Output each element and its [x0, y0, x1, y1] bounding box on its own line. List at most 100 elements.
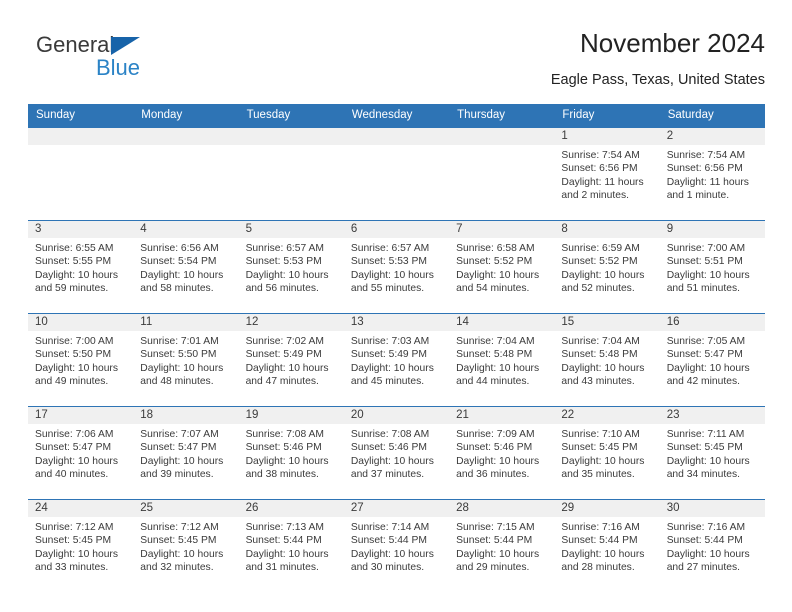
calendar-day-cell[interactable]: 10 Sunrise: 7:00 AM Sunset: 5:50 PM Dayligh…	[28, 313, 134, 407]
day-cell-inner: 19 Sunrise: 7:08 AM Sunset: 5:46 PM Dayligh…	[238, 407, 344, 499]
daylight-duration-line1: Daylight: 10 hours	[456, 269, 540, 281]
calendar-body: 1 Sunrise: 7:54 AM Sunset: 6:56 PM Daylight…	[28, 128, 765, 592]
calendar-day-cell[interactable]: 9 Sunrise: 7:00 AM Sunset: 5:51 PM Daylight…	[659, 220, 765, 314]
day-number: 12	[238, 314, 344, 331]
calendar-day-cell	[449, 128, 555, 221]
daylight-duration-line1: Daylight: 10 hours	[245, 362, 329, 374]
calendar-day-cell[interactable]: 26 Sunrise: 7:13 AM Sunset: 5:44 PM Dayligh…	[238, 499, 344, 592]
calendar-day-cell[interactable]: 16 Sunrise: 7:05 AM Sunset: 5:47 PM Dayligh…	[659, 313, 765, 407]
daylight-duration-line2: and 49 minutes.	[35, 376, 109, 388]
sunrise-time: Sunrise: 7:07 AM	[140, 429, 219, 440]
day-details: Sunrise: 7:11 AM Sunset: 5:45 PM Daylight:…	[660, 424, 765, 482]
logo-triangle-icon	[111, 37, 140, 55]
sunset-time: Sunset: 5:47 PM	[140, 442, 217, 454]
calendar-day-cell[interactable]: 4 Sunrise: 6:56 AM Sunset: 5:54 PM Daylight…	[133, 220, 239, 314]
calendar-day-cell[interactable]: 18 Sunrise: 7:07 AM Sunset: 5:47 PM Dayligh…	[133, 406, 239, 500]
sunset-time: Sunset: 5:44 PM	[666, 535, 743, 547]
day-details: Sunrise: 7:10 AM Sunset: 5:45 PM Daylight:…	[554, 424, 659, 482]
calendar-day-cell[interactable]: 2 Sunrise: 7:54 AM Sunset: 6:56 PM Daylight…	[659, 128, 765, 221]
weekday-header-thursday: Thursday	[449, 104, 555, 128]
day-number	[343, 128, 450, 145]
calendar-day-cell[interactable]: 27 Sunrise: 7:14 AM Sunset: 5:44 PM Dayligh…	[343, 499, 450, 592]
calendar-week-row: 3 Sunrise: 6:55 AM Sunset: 5:55 PM Daylight…	[28, 220, 765, 314]
sunrise-time: Sunrise: 7:10 AM	[561, 429, 640, 440]
calendar-day-cell[interactable]: 20 Sunrise: 7:08 AM Sunset: 5:46 PM Dayligh…	[343, 406, 450, 500]
sunrise-time: Sunrise: 6:59 AM	[561, 243, 640, 254]
weekday-header-monday: Monday	[133, 104, 239, 128]
page-header: General Blue November 2024 Eagle Pass, T…	[28, 26, 765, 98]
calendar-day-cell	[28, 128, 134, 221]
calendar-day-cell[interactable]: 28 Sunrise: 7:15 AM Sunset: 5:44 PM Dayligh…	[449, 499, 555, 592]
daylight-duration-line2: and 39 minutes.	[140, 469, 214, 481]
sunrise-time: Sunrise: 7:14 AM	[350, 522, 430, 533]
calendar-day-cell[interactable]: 7 Sunrise: 6:58 AM Sunset: 5:52 PM Daylight…	[449, 220, 555, 314]
sunrise-sunset-calendar-table: Sunday Monday Tuesday Wednesday Thursday…	[28, 104, 765, 592]
calendar-week-row: 1 Sunrise: 7:54 AM Sunset: 6:56 PM Daylight…	[28, 128, 765, 221]
day-details: Sunrise: 6:57 AM Sunset: 5:53 PM Daylight:…	[239, 238, 344, 296]
day-cell-inner: 9 Sunrise: 7:00 AM Sunset: 5:51 PM Daylight…	[659, 221, 765, 313]
calendar-day-cell[interactable]: 11 Sunrise: 7:01 AM Sunset: 5:50 PM Dayligh…	[133, 313, 239, 407]
sunrise-time: Sunrise: 7:16 AM	[561, 522, 640, 533]
daylight-duration-line2: and 27 minutes.	[666, 562, 740, 574]
calendar-page: General Blue November 2024 Eagle Pass, T…	[0, 0, 792, 612]
daylight-duration-line1: Daylight: 10 hours	[140, 269, 224, 281]
sunset-time: Sunset: 5:52 PM	[456, 256, 533, 268]
daylight-duration-line1: Daylight: 10 hours	[35, 269, 118, 281]
sunset-time: Sunset: 5:45 PM	[666, 442, 743, 454]
sunrise-time: Sunrise: 7:04 AM	[561, 336, 640, 347]
sunrise-time: Sunrise: 7:00 AM	[666, 243, 746, 254]
calendar-day-cell[interactable]: 22 Sunrise: 7:10 AM Sunset: 5:45 PM Dayligh…	[554, 406, 660, 500]
general-blue-logo[interactable]: General Blue	[36, 32, 166, 84]
daylight-duration-line1: Daylight: 11 hours	[666, 176, 749, 188]
daylight-duration-line1: Daylight: 10 hours	[666, 269, 750, 281]
daylight-duration-line1: Daylight: 10 hours	[245, 455, 329, 467]
calendar-day-cell[interactable]: 24 Sunrise: 7:12 AM Sunset: 5:45 PM Dayligh…	[28, 499, 134, 592]
daylight-duration-line2: and 32 minutes.	[140, 562, 214, 574]
calendar-week-row: 10 Sunrise: 7:00 AM Sunset: 5:50 PM Dayligh…	[28, 313, 765, 407]
calendar-day-cell[interactable]: 23 Sunrise: 7:11 AM Sunset: 5:45 PM Dayligh…	[659, 406, 765, 500]
day-cell-inner: 21 Sunrise: 7:09 AM Sunset: 5:46 PM Dayligh…	[449, 407, 555, 499]
calendar-header-row: Sunday Monday Tuesday Wednesday Thursday…	[28, 104, 765, 128]
sunrise-time: Sunrise: 7:12 AM	[140, 522, 219, 533]
sunset-time: Sunset: 5:44 PM	[456, 535, 533, 547]
calendar-day-cell[interactable]: 5 Sunrise: 6:57 AM Sunset: 5:53 PM Daylight…	[238, 220, 344, 314]
day-number: 9	[659, 221, 765, 238]
calendar-day-cell[interactable]: 25 Sunrise: 7:12 AM Sunset: 5:45 PM Dayligh…	[133, 499, 239, 592]
calendar-day-cell[interactable]: 12 Sunrise: 7:02 AM Sunset: 5:49 PM Dayligh…	[238, 313, 344, 407]
sunrise-time: Sunrise: 7:15 AM	[456, 522, 535, 533]
day-details: Sunrise: 7:13 AM Sunset: 5:44 PM Daylight:…	[239, 517, 344, 575]
calendar-day-cell[interactable]: 15 Sunrise: 7:04 AM Sunset: 5:48 PM Dayligh…	[554, 313, 660, 407]
calendar-day-cell[interactable]: 8 Sunrise: 6:59 AM Sunset: 5:52 PM Daylight…	[554, 220, 660, 314]
daylight-duration-line1: Daylight: 10 hours	[245, 269, 329, 281]
calendar-day-cell[interactable]: 3 Sunrise: 6:55 AM Sunset: 5:55 PM Daylight…	[28, 220, 134, 314]
day-number: 8	[554, 221, 660, 238]
logo-text-blue: Blue	[96, 55, 141, 80]
day-cell-inner: 30 Sunrise: 7:16 AM Sunset: 5:44 PM Dayligh…	[659, 500, 765, 592]
calendar-day-cell[interactable]: 21 Sunrise: 7:09 AM Sunset: 5:46 PM Dayligh…	[449, 406, 555, 500]
day-number: 27	[343, 500, 450, 517]
sunrise-time: Sunrise: 7:11 AM	[666, 429, 745, 440]
sunset-time: Sunset: 5:44 PM	[561, 535, 638, 547]
sunrise-time: Sunrise: 7:04 AM	[456, 336, 535, 347]
calendar-day-cell[interactable]: 6 Sunrise: 6:57 AM Sunset: 5:53 PM Daylight…	[343, 220, 450, 314]
day-details: Sunrise: 7:05 AM Sunset: 5:47 PM Daylight:…	[660, 331, 765, 389]
day-cell-inner: 8 Sunrise: 6:59 AM Sunset: 5:52 PM Daylight…	[554, 221, 660, 313]
day-cell-inner: 29 Sunrise: 7:16 AM Sunset: 5:44 PM Dayligh…	[554, 500, 660, 592]
calendar-day-cell[interactable]: 17 Sunrise: 7:06 AM Sunset: 5:47 PM Dayligh…	[28, 406, 134, 500]
calendar-day-cell[interactable]: 1 Sunrise: 7:54 AM Sunset: 6:56 PM Daylight…	[554, 128, 660, 221]
daylight-duration-line2: and 45 minutes.	[350, 376, 425, 388]
calendar-day-cell[interactable]: 19 Sunrise: 7:08 AM Sunset: 5:46 PM Dayligh…	[238, 406, 344, 500]
sunset-time: Sunset: 5:49 PM	[350, 349, 427, 361]
calendar-day-cell[interactable]: 30 Sunrise: 7:16 AM Sunset: 5:44 PM Dayligh…	[659, 499, 765, 592]
daylight-duration-line1: Daylight: 11 hours	[561, 176, 644, 188]
daylight-duration-line2: and 58 minutes.	[140, 283, 214, 295]
daylight-duration-line2: and 2 minutes.	[561, 190, 629, 202]
calendar-day-cell[interactable]: 29 Sunrise: 7:16 AM Sunset: 5:44 PM Dayligh…	[554, 499, 660, 592]
calendar-day-cell[interactable]: 13 Sunrise: 7:03 AM Sunset: 5:49 PM Dayligh…	[343, 313, 450, 407]
daylight-duration-line2: and 51 minutes.	[666, 283, 740, 295]
day-number: 14	[449, 314, 555, 331]
daylight-duration-line2: and 48 minutes.	[140, 376, 214, 388]
day-cell-inner: 17 Sunrise: 7:06 AM Sunset: 5:47 PM Dayligh…	[28, 407, 134, 499]
day-details: Sunrise: 6:55 AM Sunset: 5:55 PM Daylight:…	[28, 238, 133, 296]
calendar-day-cell[interactable]: 14 Sunrise: 7:04 AM Sunset: 5:48 PM Dayligh…	[449, 313, 555, 407]
